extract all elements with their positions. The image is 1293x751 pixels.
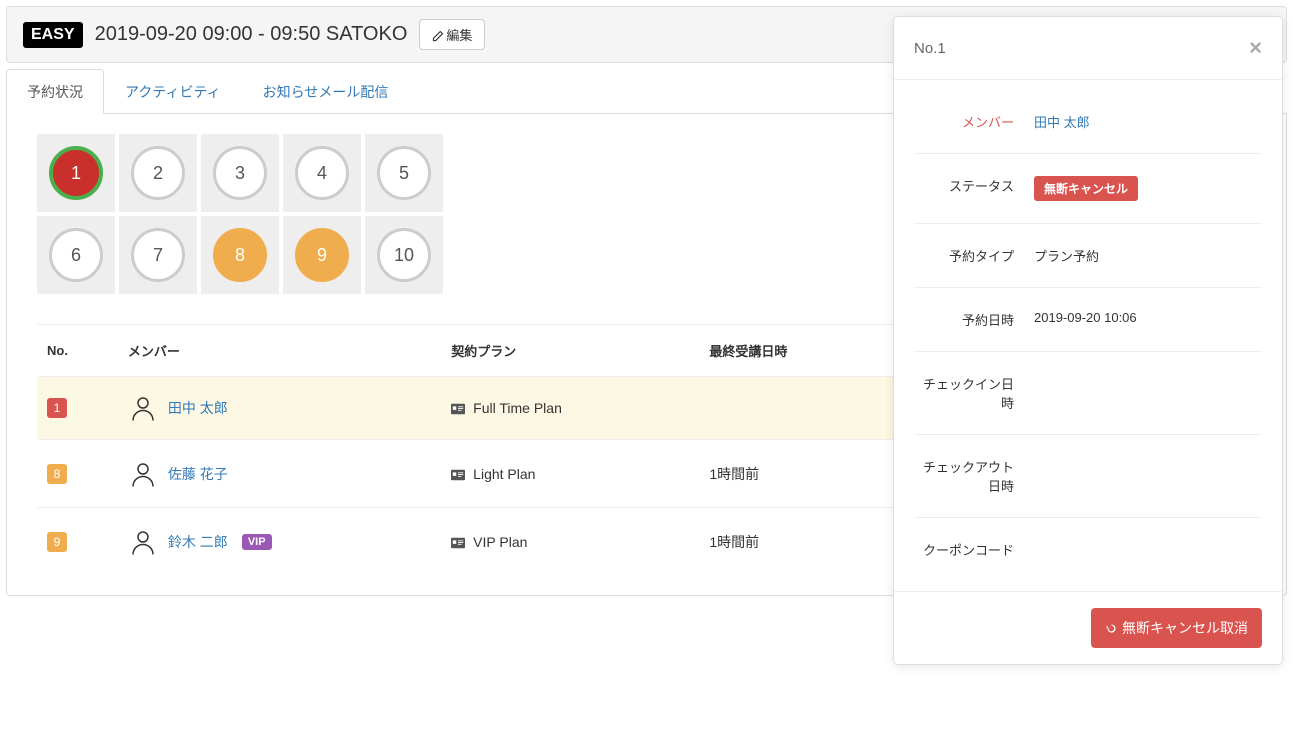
pencil-icon	[432, 30, 444, 42]
slot-number: 4	[295, 146, 349, 200]
slot-9[interactable]: 9	[283, 216, 361, 294]
tab-notifications[interactable]: お知らせメール配信	[242, 69, 410, 114]
status-badge: 無断キャンセル	[1034, 176, 1138, 201]
detail-label-status: ステータス	[914, 176, 1014, 201]
detail-value-checkin	[1034, 374, 1262, 412]
card-icon	[451, 403, 465, 415]
detail-label-type: 予約タイプ	[914, 246, 1014, 265]
detail-panel: No.1 × メンバー 田中 太郎 ステータス 無断キャンセル 予約タイプ プラ…	[893, 16, 1283, 665]
tab-label: 予約状況	[27, 84, 83, 100]
undo-icon	[1105, 622, 1118, 635]
slot-number: 6	[49, 228, 103, 282]
row-number-badge: 8	[47, 464, 67, 484]
slot-number: 7	[131, 228, 185, 282]
slot-number: 3	[213, 146, 267, 200]
page-title: 2019-09-20 09:00 - 09:50 SATOKO	[95, 23, 408, 46]
card-icon	[451, 537, 465, 549]
last-cell: 1時間前	[699, 508, 893, 576]
slot-8[interactable]: 8	[201, 216, 279, 294]
slot-number: 5	[377, 146, 431, 200]
slot-number: 2	[131, 146, 185, 200]
member-cell: 佐藤 花子	[128, 459, 431, 489]
tab-label: お知らせメール配信	[263, 84, 389, 100]
undo-cancel-button[interactable]: 無断キャンセル取消	[1091, 608, 1262, 648]
slot-grid: 12345 6789 10	[37, 134, 457, 294]
card-icon	[451, 469, 465, 481]
detail-label-checkin: チェックイン日時	[914, 374, 1014, 412]
row-number-badge: 9	[47, 532, 67, 552]
detail-label-datetime: 予約日時	[914, 310, 1014, 329]
col-member: メンバー	[118, 325, 441, 377]
member-link[interactable]: 佐藤 花子	[168, 464, 228, 484]
detail-label-checkout: チェックアウト日時	[914, 457, 1014, 495]
detail-value-status: 無断キャンセル	[1034, 176, 1262, 201]
slot-number: 10	[377, 228, 431, 282]
slot-2[interactable]: 2	[119, 134, 197, 212]
panel-body: メンバー 田中 太郎 ステータス 無断キャンセル 予約タイプ プラン予約 予約日…	[894, 80, 1282, 591]
close-icon: ×	[1249, 35, 1262, 60]
undo-label: 無断キャンセル取消	[1122, 620, 1248, 636]
slot-6[interactable]: 6	[37, 216, 115, 294]
col-plan: 契約プラン	[441, 325, 699, 377]
vip-badge: VIP	[242, 534, 272, 550]
panel-footer: 無断キャンセル取消	[894, 591, 1282, 664]
panel-title: No.1	[914, 40, 946, 57]
easy-badge: EASY	[23, 22, 83, 48]
avatar-icon	[128, 393, 158, 423]
slot-number: 1	[49, 146, 103, 200]
detail-value-datetime: 2019-09-20 10:06	[1034, 310, 1262, 329]
row-number-badge: 1	[47, 398, 67, 418]
close-button[interactable]: ×	[1249, 35, 1262, 61]
detail-value-type: プラン予約	[1034, 246, 1262, 265]
last-cell: 1時間前	[699, 440, 893, 508]
edit-label: 編集	[446, 28, 472, 43]
member-link[interactable]: 鈴木 二郎	[168, 532, 228, 552]
detail-value-coupon	[1034, 540, 1262, 559]
tab-label: アクティビティ	[125, 84, 221, 100]
panel-header: No.1 ×	[894, 17, 1282, 80]
member-cell: 田中 太郎	[128, 393, 431, 423]
plan-cell: Light Plan	[441, 440, 699, 508]
col-last: 最終受講日時	[699, 325, 893, 377]
avatar-icon	[128, 527, 158, 557]
slot-number: 9	[295, 228, 349, 282]
member-link[interactable]: 田中 太郎	[168, 398, 228, 418]
last-cell	[699, 377, 893, 440]
slot-5[interactable]: 5	[365, 134, 443, 212]
slot-10[interactable]: 10	[365, 216, 443, 294]
edit-button[interactable]: 編集	[419, 19, 485, 50]
detail-label-coupon: クーポンコード	[914, 540, 1014, 559]
slot-7[interactable]: 7	[119, 216, 197, 294]
slot-4[interactable]: 4	[283, 134, 361, 212]
tab-reservation-status[interactable]: 予約状況	[6, 69, 104, 114]
slot-1[interactable]: 1	[37, 134, 115, 212]
avatar-icon	[128, 459, 158, 489]
detail-value-checkout	[1034, 457, 1262, 495]
plan-cell: VIP Plan	[441, 508, 699, 576]
slot-number: 8	[213, 228, 267, 282]
member-cell: 鈴木 二郎 VIP	[128, 527, 431, 557]
plan-cell: Full Time Plan	[441, 377, 699, 440]
slot-3[interactable]: 3	[201, 134, 279, 212]
detail-value-member[interactable]: 田中 太郎	[1034, 112, 1262, 131]
col-no: No.	[37, 325, 118, 377]
detail-label-member: メンバー	[914, 112, 1014, 131]
tab-activity[interactable]: アクティビティ	[104, 69, 242, 114]
